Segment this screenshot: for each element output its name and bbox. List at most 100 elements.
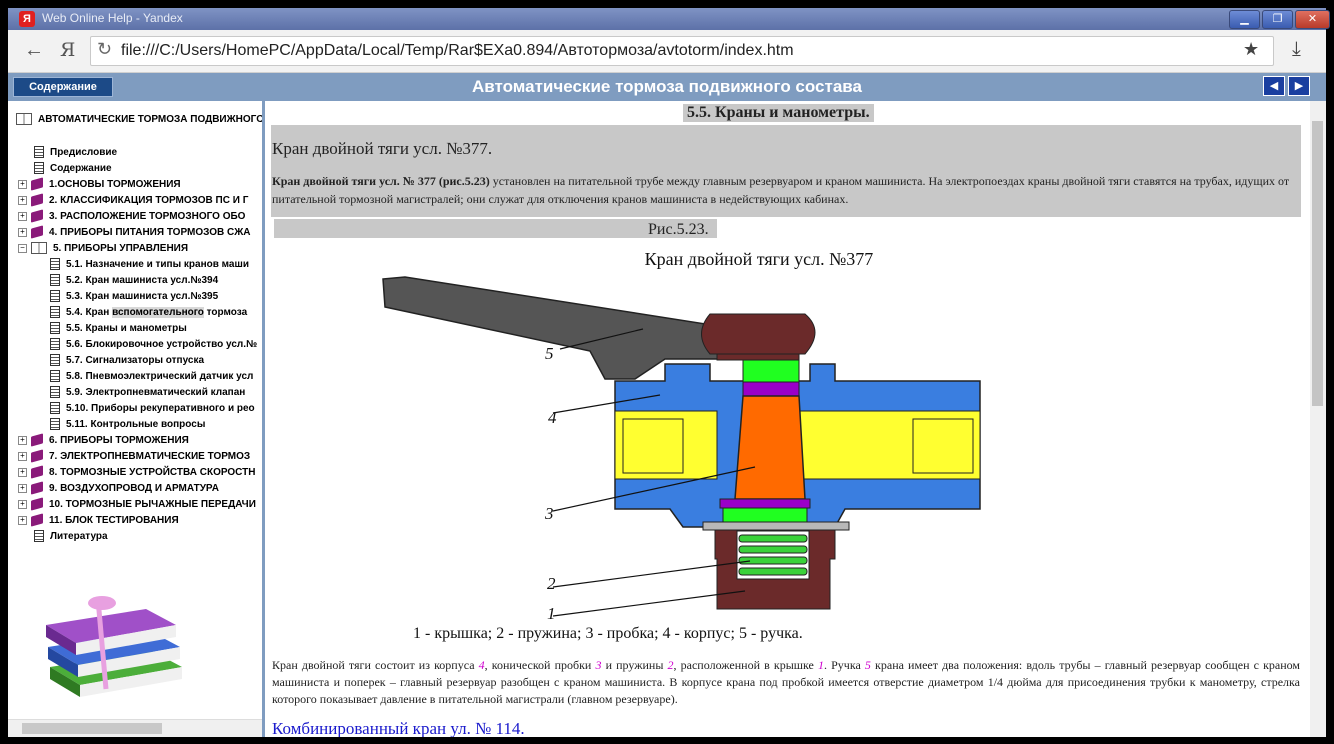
tree-item[interactable]: 5.6. Блокировочное устройство усл.№: [50, 338, 257, 352]
close-button[interactable]: ✕: [1295, 10, 1330, 29]
callout-4: 4: [548, 408, 557, 427]
tree-item[interactable]: +10. ТОРМОЗНЫЕ РЫЧАЖНЫЕ ПЕРЕДАЧИ: [18, 497, 256, 512]
document-icon: [50, 322, 60, 335]
tree-item[interactable]: +3. РАСПОЛОЖЕНИЕ ТОРМОЗНОГО ОБО: [18, 209, 245, 224]
reload-icon[interactable]: ↻: [97, 39, 112, 60]
callout-5: 5: [545, 344, 554, 363]
expand-icon[interactable]: +: [18, 483, 27, 493]
tree-item[interactable]: Содержание: [34, 162, 112, 176]
tree-item[interactable]: 5.3. Кран машиниста усл.№395: [50, 290, 218, 304]
expand-icon[interactable]: +: [18, 211, 27, 221]
document-icon: [50, 386, 60, 399]
download-icon[interactable]: ⤓: [1292, 38, 1301, 61]
document-icon: [34, 162, 44, 175]
tree-item[interactable]: 5.7. Сигнализаторы отпуска: [50, 354, 204, 368]
yandex-home-button[interactable]: Я: [60, 39, 75, 61]
tree-root[interactable]: АВТОМАТИЧЕСКИЕ ТОРМОЗА ПОДВИЖНОГО: [16, 113, 264, 127]
intro-paragraph: Кран двойной тяги усл. № 377 (рис.5.23) …: [272, 174, 1290, 206]
scrollbar-thumb[interactable]: [1312, 121, 1323, 406]
tree-item[interactable]: 5.9. Электропневматический клапан: [50, 386, 245, 400]
document-icon: [50, 274, 60, 287]
toc-button[interactable]: Содержание: [13, 77, 113, 97]
crane-heading: Кран двойной тяги усл. №377.: [272, 139, 493, 158]
tree-item[interactable]: 5.2. Кран машиниста усл.№394: [50, 274, 218, 288]
tree-item[interactable]: +4. ПРИБОРЫ ПИТАНИЯ ТОРМОЗОВ СЖА: [18, 225, 251, 240]
tree-item[interactable]: +6. ПРИБОРЫ ТОРМОЖЕНИЯ: [18, 433, 189, 448]
valve-diagram: 5 4 3 2 1: [382, 276, 981, 619]
book-icon: [31, 209, 43, 223]
open-book-icon: [16, 113, 32, 126]
help-header: Автоматические тормоза подвижного состав…: [8, 73, 1326, 101]
tree-item[interactable]: +1.ОСНОВЫ ТОРМОЖЕНИЯ: [18, 177, 181, 192]
document-icon: [50, 402, 60, 415]
document-icon: [34, 530, 44, 543]
vertical-scrollbar[interactable]: [1310, 101, 1326, 737]
figure-title: Кран двойной тяги усл. №377: [644, 249, 874, 269]
expand-icon[interactable]: +: [18, 467, 27, 477]
header-title: Автоматические тормоза подвижного состав…: [472, 77, 862, 96]
expand-icon[interactable]: +: [18, 227, 27, 237]
body-paragraph: Кран двойной тяги состоит из корпуса 4, …: [272, 658, 1301, 706]
expand-icon[interactable]: +: [18, 179, 27, 189]
callout-3: 3: [544, 504, 554, 523]
back-arrow-icon[interactable]: ←: [24, 39, 44, 62]
window-titlebar: Я Web Online Help - Yandex ▁ ❐ ✕: [8, 8, 1330, 30]
book-icon: [31, 465, 43, 479]
tree-item[interactable]: +8. ТОРМОЗНЫЕ УСТРОЙСТВА СКОРОСТН: [18, 465, 255, 480]
book-icon: [31, 177, 43, 191]
yandex-browser-icon: Я: [19, 11, 35, 27]
book-icon: [31, 193, 43, 207]
tree-item[interactable]: +2. КЛАССИФИКАЦИЯ ТОРМОЗОВ ПС И Г: [18, 193, 248, 208]
book-icon: [31, 449, 43, 463]
window-bottom-border: [0, 737, 1334, 744]
book-icon: [31, 433, 43, 447]
callout-1: 1: [547, 604, 556, 619]
browser-toolbar: ← Я ↻ file:///C:/Users/HomePC/AppData/Lo…: [8, 30, 1326, 73]
tree-item[interactable]: 5.10. Приборы рекуперативного и рео: [50, 402, 255, 416]
book-icon: [31, 225, 43, 239]
callout-2: 2: [547, 574, 556, 593]
document-icon: [50, 418, 60, 431]
figure-label: Рис.5.23.: [648, 221, 709, 238]
tree-item[interactable]: +7. ЭЛЕКТРОПНЕВМАТИЧЕСКИЕ ТОРМОЗ: [18, 449, 250, 464]
tree-item[interactable]: +11. БЛОК ТЕСТИРОВАНИЯ: [18, 513, 179, 528]
next-section-link[interactable]: Комбинированный кран ул. № 114.: [272, 719, 525, 737]
window-title: Web Online Help - Yandex: [42, 11, 183, 25]
expand-icon[interactable]: +: [18, 195, 27, 205]
figure-caption: 1 - крышка; 2 - пружина; 3 - пробка; 4 -…: [413, 625, 803, 642]
expand-icon[interactable]: +: [18, 435, 27, 445]
collapse-icon[interactable]: −: [18, 243, 27, 253]
restore-button[interactable]: ❐: [1262, 10, 1293, 29]
tree-item[interactable]: −5. ПРИБОРЫ УПРАВЛЕНИЯ: [18, 242, 188, 256]
document-icon: [50, 338, 60, 351]
open-book-icon: [31, 242, 47, 255]
document-icon: [50, 258, 60, 271]
document-icon: [50, 370, 60, 383]
tree-item[interactable]: 5.8. Пневмоэлектрический датчик усл: [50, 370, 253, 384]
books-stack-logo: [46, 596, 182, 697]
next-page-button[interactable]: ▶: [1288, 76, 1310, 96]
expand-icon[interactable]: +: [18, 515, 27, 525]
tree-item[interactable]: 5.11. Контрольные вопросы: [50, 418, 205, 432]
book-icon: [31, 481, 43, 495]
book-icon: [31, 497, 43, 511]
scrollbar-thumb[interactable]: [22, 723, 162, 734]
tree-item[interactable]: 5.4. Кран вспомогательного тормоза: [50, 306, 247, 320]
minimize-button[interactable]: ▁: [1229, 10, 1260, 29]
tree-item[interactable]: Литература: [34, 530, 108, 544]
document-icon: [34, 146, 44, 159]
expand-icon[interactable]: +: [18, 451, 27, 461]
section-heading: 5.5. Краны и манометры.: [683, 104, 874, 122]
url-text[interactable]: file:///C:/Users/HomePC/AppData/Local/Te…: [121, 42, 794, 60]
help-content: 5.5. Краны и манометры. Кран двойной тяг…: [265, 101, 1310, 737]
bookmark-star-icon[interactable]: ★: [1243, 39, 1259, 60]
prev-page-button[interactable]: ◀: [1263, 76, 1285, 96]
tree-item[interactable]: 5.1. Назначение и типы кранов маши: [50, 258, 249, 272]
tree-item[interactable]: Предисловие: [34, 146, 117, 160]
tree-item-active[interactable]: 5.5. Краны и манометры: [50, 322, 187, 336]
address-bar[interactable]: ↻ file:///C:/Users/HomePC/AppData/Local/…: [90, 36, 1274, 66]
horizontal-scrollbar[interactable]: [8, 719, 262, 738]
document-icon: [50, 306, 60, 319]
tree-item[interactable]: +9. ВОЗДУХОПРОВОД И АРМАТУРА: [18, 481, 219, 496]
expand-icon[interactable]: +: [18, 499, 27, 509]
